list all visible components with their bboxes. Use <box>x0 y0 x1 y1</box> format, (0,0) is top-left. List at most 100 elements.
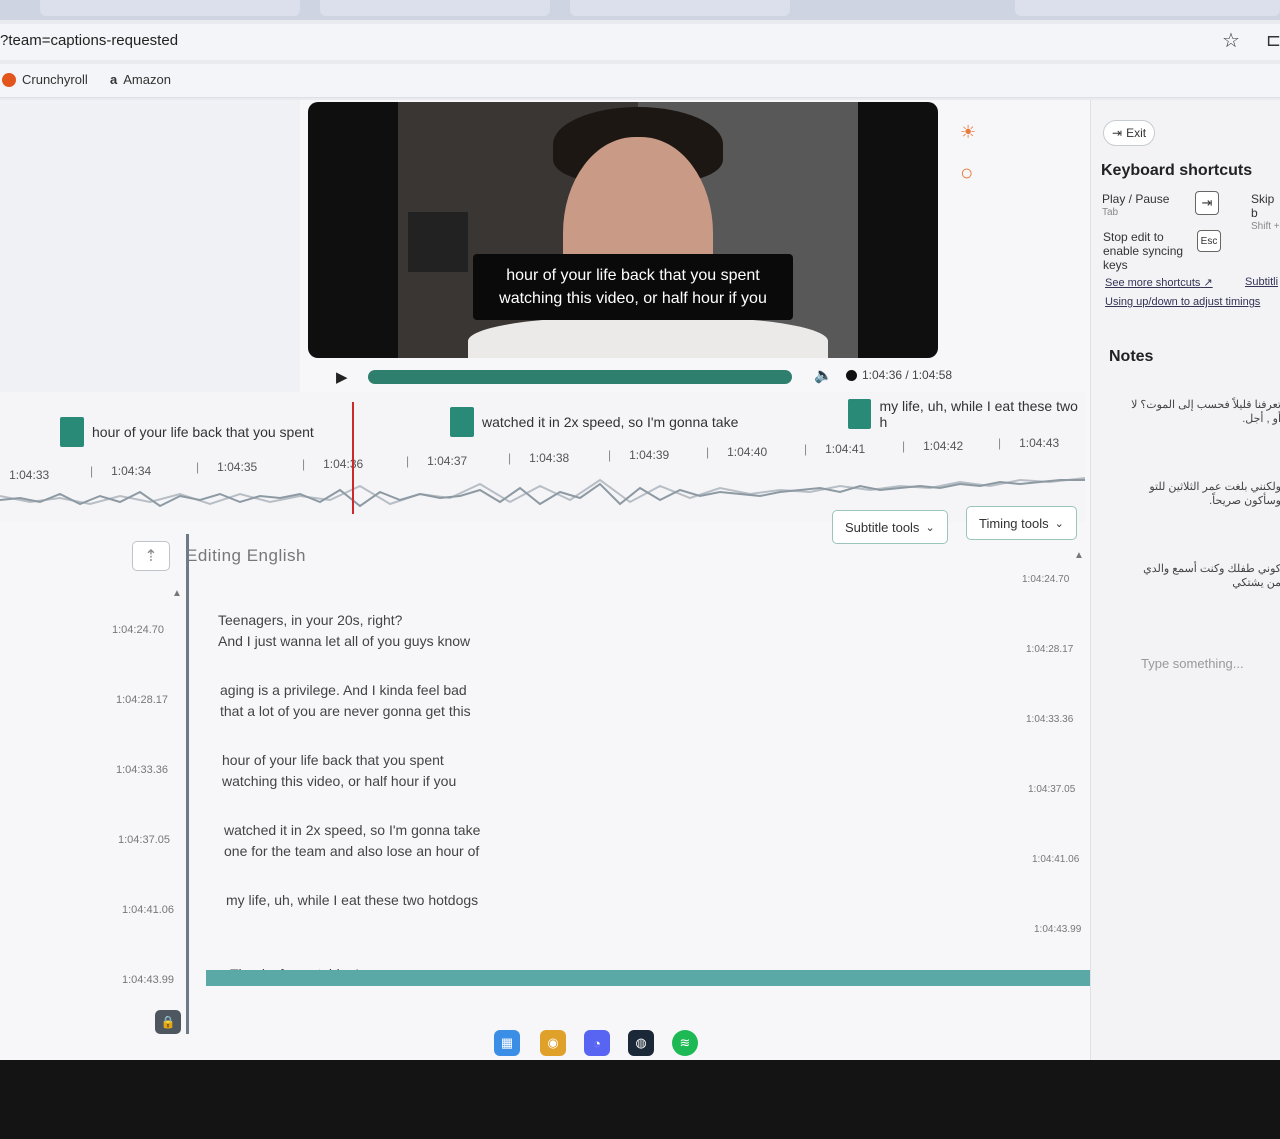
row-line: that a lot of you are never gonna get th… <box>220 703 471 719</box>
editor-header: ⇡ Editing English <box>132 536 306 576</box>
clock-icon <box>846 369 857 381</box>
subtitle-link[interactable]: Subtitli <box>1245 276 1278 288</box>
bookmark-label: Crunchyroll <box>22 72 88 87</box>
cue-handle[interactable] <box>450 407 474 437</box>
shortcut-play-pause: Play / Pause Tab <box>1102 192 1169 220</box>
ruler-tick: 1:04:43 <box>998 436 1059 450</box>
subtitle-tools-dropdown[interactable]: Subtitle tools ⌄ <box>832 510 948 544</box>
row-text[interactable]: watched it in 2x speed, so I'm gonna tak… <box>224 820 480 862</box>
brightness-icon[interactable]: ☀ <box>960 122 976 143</box>
row-text[interactable]: Teenagers, in your 20s, right? And I jus… <box>218 610 470 652</box>
ruler-tick: 1:04:39 <box>608 448 669 462</box>
bookmark-amazon[interactable]: a Amazon <box>110 72 171 87</box>
shortcut-stop-edit: Stop edit to enable syncing keys <box>1103 230 1193 272</box>
waveform-timeline[interactable]: hour of your life back that you spent wa… <box>0 392 1085 522</box>
row-end-time[interactable]: 1:04:24.70 <box>1022 574 1069 585</box>
using-updown-link[interactable]: Using up/down to adjust timings <box>1105 296 1260 308</box>
row-text[interactable]: hour of your life back that you spent wa… <box>222 750 456 792</box>
row-line: Teenagers, in your 20s, right? <box>218 612 403 628</box>
chevron-down-icon: ⌄ <box>925 521 935 534</box>
shortcut-key-text: Tab <box>1102 207 1119 218</box>
timing-tools-dropdown[interactable]: Timing tools ⌄ <box>966 506 1077 540</box>
horizontal-scrollbar[interactable] <box>206 970 1090 986</box>
audio-waveform[interactable] <box>0 472 1085 512</box>
see-more-shortcuts-link[interactable]: See more shortcuts ↗ <box>1105 276 1213 289</box>
row-start-time[interactable]: 1:04:41.06 <box>122 904 174 916</box>
video-player[interactable]: hour of your life back that you spent wa… <box>308 102 938 358</box>
seek-bar[interactable] <box>368 370 792 384</box>
row-text[interactable]: my life, uh, while I eat these two hotdo… <box>226 890 478 911</box>
row-start-time[interactable]: 1:04:28.17 <box>116 694 168 706</box>
caption-row[interactable]: 1:04:37.05 watched it in 2x speed, so I'… <box>0 784 1090 874</box>
row-start-time[interactable]: 1:04:43.99 <box>122 974 174 986</box>
scroll-up-icon[interactable]: ▲ <box>172 588 182 599</box>
ruler-tick: 1:04:38 <box>508 451 569 465</box>
record-circle-icon[interactable]: ○ <box>960 160 973 186</box>
row-line: aging is a privilege. And I kinda feel b… <box>220 682 467 698</box>
cue-handle[interactable] <box>848 399 872 429</box>
browser-tab[interactable] <box>40 0 300 16</box>
upload-button[interactable]: ⇡ <box>132 541 170 571</box>
windows-start-icon[interactable]: ▦ <box>494 1030 520 1056</box>
caption-line: watching this video, or half hour if you <box>499 290 767 307</box>
row-end-time[interactable]: 1:04:41.06 <box>1032 854 1079 865</box>
chrome-icon[interactable]: ◉ <box>540 1030 566 1056</box>
row-line: my life, uh, while I eat these two hotdo… <box>226 892 479 908</box>
url-text[interactable]: ?team=captions-requested <box>0 32 178 49</box>
bookmark-label: Amazon <box>123 72 171 87</box>
row-end-time[interactable]: 1:04:28.17 <box>1026 644 1073 655</box>
video-caption-overlay: hour of your life back that you spent wa… <box>473 254 793 320</box>
external-link-icon: ↗ <box>1203 277 1213 289</box>
crunchyroll-icon <box>2 72 16 87</box>
note-item[interactable]: تعرفنا قليلاً فحسب إلى الموت؟ لا أو , أج… <box>1131 398 1280 426</box>
row-text[interactable]: aging is a privilege. And I kinda feel b… <box>220 680 471 722</box>
row-end-time[interactable]: 1:04:43.99 <box>1034 924 1081 935</box>
row-end-time[interactable]: 1:04:33.36 <box>1026 714 1073 725</box>
caption-row[interactable]: 1:04:33.36 hour of your life back that y… <box>0 714 1090 804</box>
browser-tab[interactable] <box>1015 0 1280 16</box>
shortcut-label: Skip b <box>1251 192 1275 220</box>
ruler-tick: 1:04:42 <box>902 439 963 453</box>
caption-row[interactable]: 1:04:28.17 aging is a privilege. And I k… <box>0 644 1090 734</box>
address-bar[interactable]: ?team=captions-requested ☆ ⊏ <box>0 24 1280 60</box>
bookmark-star-icon[interactable]: ☆ <box>1222 28 1240 53</box>
scroll-up-icon[interactable]: ▲ <box>1074 550 1084 561</box>
spotify-icon[interactable]: ≋ <box>672 1030 698 1056</box>
dropdown-label: Timing tools <box>979 515 1049 531</box>
extensions-icon[interactable]: ⊏ <box>1266 30 1280 51</box>
note-input[interactable]: Type something... <box>1141 656 1244 671</box>
browser-tab[interactable] <box>320 0 550 16</box>
video-frame-shirt <box>468 317 828 358</box>
exit-label: Exit <box>1126 126 1147 140</box>
cue-text: my life, uh, while I eat these two h <box>879 398 1078 430</box>
playhead[interactable] <box>352 402 354 514</box>
shortcut-key-text: Shift + <box>1251 221 1280 232</box>
editor-title: Editing English <box>186 546 306 565</box>
browser-tab[interactable] <box>570 0 790 16</box>
tab-key-icon: ⇥ <box>1195 191 1219 215</box>
browser-tab-strip <box>0 0 1280 20</box>
steam-icon[interactable]: ◍ <box>628 1030 654 1056</box>
caption-row[interactable]: 1:04:24.70 Teenagers, in your 20s, right… <box>0 574 1090 664</box>
exit-button[interactable]: ⇥ Exit <box>1103 120 1156 146</box>
play-icon[interactable]: ▶ <box>336 368 348 386</box>
row-line: watched it in 2x speed, so I'm gonna tak… <box>224 822 481 838</box>
row-start-time[interactable]: 1:04:33.36 <box>116 764 168 776</box>
volume-icon[interactable]: 🔈 <box>814 366 833 384</box>
link-text: See more shortcuts <box>1105 277 1201 289</box>
note-item[interactable]: كوني طفلك وكنت أسمع والدي من يشتكي <box>1131 562 1280 590</box>
caption-line: hour of your life back that you spent <box>506 267 760 284</box>
dropdown-label: Subtitle tools <box>845 519 920 535</box>
discord-icon[interactable]: ◔ <box>584 1030 610 1056</box>
row-start-time[interactable]: 1:04:24.70 <box>112 624 164 636</box>
row-end-time[interactable]: 1:04:37.05 <box>1028 784 1075 795</box>
bookmark-crunchyroll[interactable]: Crunchyroll <box>2 72 88 87</box>
amazon-icon: a <box>110 72 118 87</box>
time-ruler: 1:04:33 1:04:34 1:04:35 1:04:36 1:04:37 … <box>0 436 1085 482</box>
chevron-down-icon: ⌄ <box>1054 517 1064 530</box>
note-item[interactable]: ولكنني بلغت عمر الثلاثين للتو وسأكون صري… <box>1131 480 1280 508</box>
caption-row[interactable]: 1:04:41.06 my life, uh, while I eat thes… <box>0 854 1090 944</box>
time-readout: 1:04:36 / 1:04:58 <box>846 368 952 382</box>
timeline-cue[interactable]: my life, uh, while I eat these two h <box>848 392 1085 436</box>
row-start-time[interactable]: 1:04:37.05 <box>118 834 170 846</box>
